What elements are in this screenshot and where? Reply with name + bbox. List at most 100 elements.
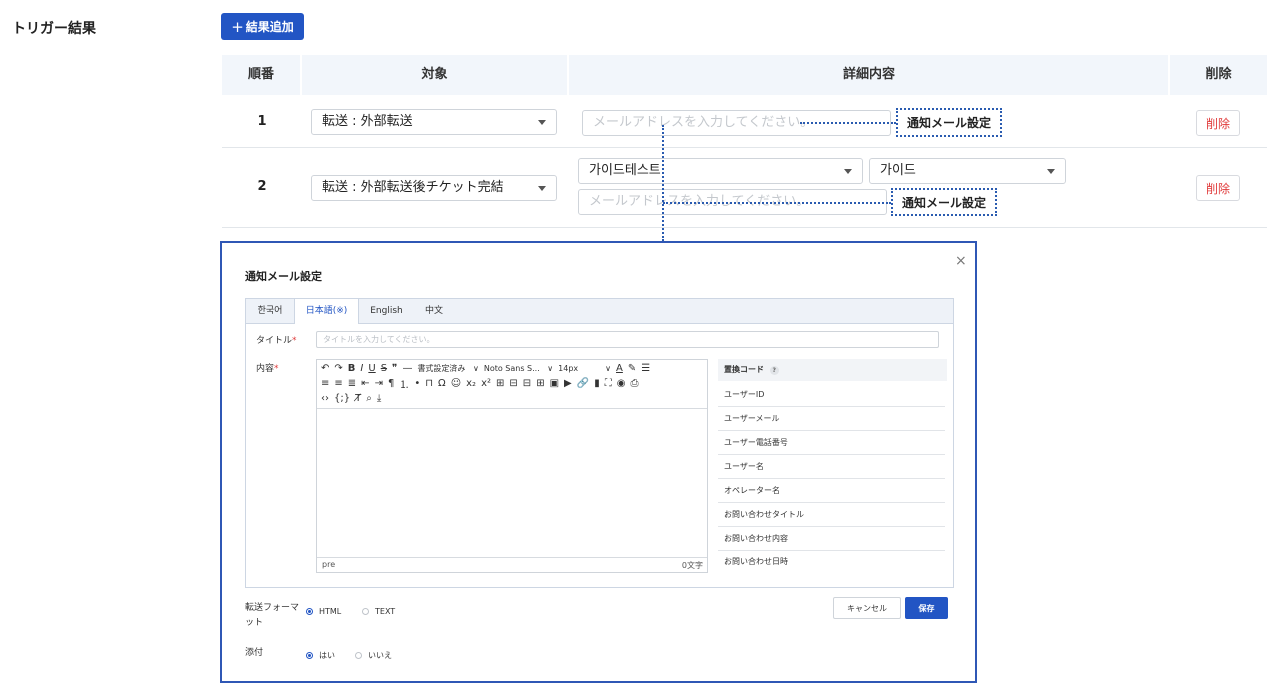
- media-icon[interactable]: ▶: [564, 378, 572, 389]
- code-sample-icon[interactable]: {;}: [334, 393, 350, 404]
- paragraph-icon[interactable]: ¶: [388, 378, 394, 389]
- section-title: トリガー結果: [12, 21, 96, 37]
- code-icon[interactable]: ‹›: [321, 393, 329, 404]
- text-color-icon[interactable]: A: [616, 363, 623, 374]
- rich-text-editor[interactable]: ↶ ↷ B I U S ❞ — 書式設定済み ∨ Noto Sans S... …: [316, 359, 708, 573]
- justify-icon[interactable]: ≣: [348, 378, 356, 389]
- format-option-text[interactable]: TEXT: [362, 601, 395, 620]
- code-item[interactable]: ユーザー電話番号: [718, 431, 945, 455]
- chevron-down-icon: [538, 120, 546, 125]
- align-left-icon[interactable]: ≡: [321, 378, 329, 389]
- chevron-down-icon[interactable]: ∨: [605, 364, 611, 373]
- callout-line: [663, 202, 891, 204]
- code-item[interactable]: お問い合わせ内容: [718, 527, 945, 551]
- add-result-button[interactable]: + 結果追加: [221, 13, 304, 40]
- page-break-icon[interactable]: ⊓: [425, 378, 433, 389]
- tab-english[interactable]: English: [359, 299, 414, 323]
- link-icon[interactable]: 🔗: [577, 378, 589, 389]
- bookmark-icon[interactable]: ▮: [594, 378, 600, 389]
- char-count: 0文字: [681, 561, 703, 570]
- font-size-dropdown[interactable]: 14px: [558, 364, 583, 373]
- image-icon[interactable]: ▣: [550, 378, 559, 389]
- fullscreen-icon[interactable]: ⛶: [605, 378, 612, 389]
- codes-header: 置換コード ?: [718, 359, 947, 381]
- format-label: 転送フォーマット: [245, 603, 300, 628]
- table-header: 順番 対象 詳細内容 削除: [222, 55, 1267, 95]
- table-col-icon[interactable]: ⊟: [523, 378, 531, 389]
- content-label: 内容*: [256, 364, 279, 374]
- highlight-icon[interactable]: ✎: [628, 363, 636, 374]
- callout-line: [662, 125, 664, 241]
- delete-button[interactable]: 削除: [1196, 110, 1240, 136]
- clear-format-icon[interactable]: T̸: [355, 393, 361, 404]
- chevron-down-icon: [844, 169, 852, 174]
- target-select-value: 転送 : 外部転送後チケット完結: [322, 180, 504, 195]
- radio-icon: [362, 608, 369, 615]
- target-select[interactable]: 転送 : 外部転送: [311, 109, 557, 135]
- special-char-icon[interactable]: Ω: [438, 378, 446, 389]
- print-icon[interactable]: ⎙: [630, 378, 638, 389]
- search-icon[interactable]: ⌕: [366, 393, 372, 404]
- target-select[interactable]: 転送 : 外部転送後チケット完結: [311, 175, 557, 201]
- indent-icon[interactable]: ⇥: [375, 378, 383, 389]
- quote-icon[interactable]: ❞: [392, 363, 397, 374]
- header-target: 対象: [421, 67, 448, 82]
- align-right-icon[interactable]: ≡: [334, 378, 342, 389]
- title-label: タイトル*: [256, 336, 297, 346]
- radio-icon: [306, 608, 313, 615]
- code-item[interactable]: ユーザーID: [718, 383, 945, 407]
- bullet-list-icon[interactable]: •: [414, 378, 420, 389]
- preview-icon[interactable]: ◉: [617, 378, 626, 389]
- delete-button[interactable]: 削除: [1196, 175, 1240, 201]
- guide-select[interactable]: 가이드: [869, 158, 1066, 184]
- redo-icon[interactable]: ↷: [334, 363, 342, 374]
- cancel-button[interactable]: キャンセル: [833, 597, 901, 619]
- code-item[interactable]: オペレーター名: [718, 479, 945, 503]
- notify-mail-settings-link[interactable]: 通知メール設定: [891, 188, 997, 216]
- add-result-label: 結果追加: [245, 20, 294, 34]
- code-item[interactable]: ユーザー名: [718, 455, 945, 479]
- horizontal-rule-icon[interactable]: —: [402, 363, 412, 374]
- table-cell-icon[interactable]: ⊞: [536, 378, 544, 389]
- attach-label: 添付: [245, 648, 264, 658]
- code-item[interactable]: ユーザーメール: [718, 407, 945, 431]
- notify-mail-settings-link[interactable]: 通知メール設定: [896, 108, 1002, 137]
- code-item[interactable]: お問い合わせタイトル: [718, 503, 945, 527]
- tab-japanese[interactable]: 日本語(※): [294, 299, 359, 324]
- language-tabs: 한국어 日本語(※) English 中文: [246, 299, 953, 324]
- header-order: 順番: [247, 67, 274, 82]
- font-dropdown[interactable]: Noto Sans S... ∨: [484, 364, 553, 373]
- underline-icon[interactable]: U: [368, 363, 375, 374]
- italic-icon[interactable]: I: [360, 363, 363, 374]
- subscript-icon[interactable]: x₂: [466, 378, 476, 389]
- code-item[interactable]: お問い合わせ日時: [718, 551, 945, 573]
- undo-icon[interactable]: ↶: [321, 363, 329, 374]
- radio-icon: [355, 652, 362, 659]
- superscript-icon[interactable]: x²: [481, 378, 491, 389]
- tab-chinese[interactable]: 中文: [414, 299, 454, 323]
- element-path: pre: [322, 560, 336, 569]
- guide-select-value: 가이드: [880, 163, 916, 178]
- title-input[interactable]: タイトルを入力してください。: [316, 331, 939, 348]
- group-select[interactable]: 가이드테스트: [578, 158, 863, 184]
- notify-mail-modal: 通知メール設定 × 한국어 日本語(※) English 中文 タイトル* タイ…: [220, 241, 977, 683]
- bold-icon[interactable]: B: [348, 363, 356, 374]
- close-icon[interactable]: ×: [955, 253, 967, 269]
- help-icon[interactable]: ?: [769, 366, 779, 375]
- table-row-icon[interactable]: ⊟: [509, 378, 517, 389]
- ordered-list-icon[interactable]: ⒈: [399, 376, 409, 391]
- tab-korean[interactable]: 한국어: [246, 299, 294, 323]
- format-option-html[interactable]: HTML: [306, 601, 341, 620]
- table-icon[interactable]: ⊞: [496, 378, 504, 389]
- outdent-icon[interactable]: ⇤: [361, 378, 369, 389]
- emoji-icon[interactable]: ☺: [451, 378, 461, 389]
- download-icon[interactable]: ⤓: [377, 393, 381, 404]
- language-panel: 한국어 日本語(※) English 中文 タイトル* タイトルを入力してくださ…: [245, 298, 954, 588]
- save-button[interactable]: 保存: [905, 597, 948, 619]
- format-dropdown[interactable]: 書式設定済み ∨: [417, 363, 478, 374]
- attach-option-yes[interactable]: はい: [306, 645, 335, 664]
- attach-option-no[interactable]: いいえ: [355, 645, 392, 664]
- strikethrough-icon[interactable]: S: [381, 363, 387, 374]
- callout-line: [800, 122, 896, 124]
- align-icon[interactable]: ☰: [641, 363, 650, 374]
